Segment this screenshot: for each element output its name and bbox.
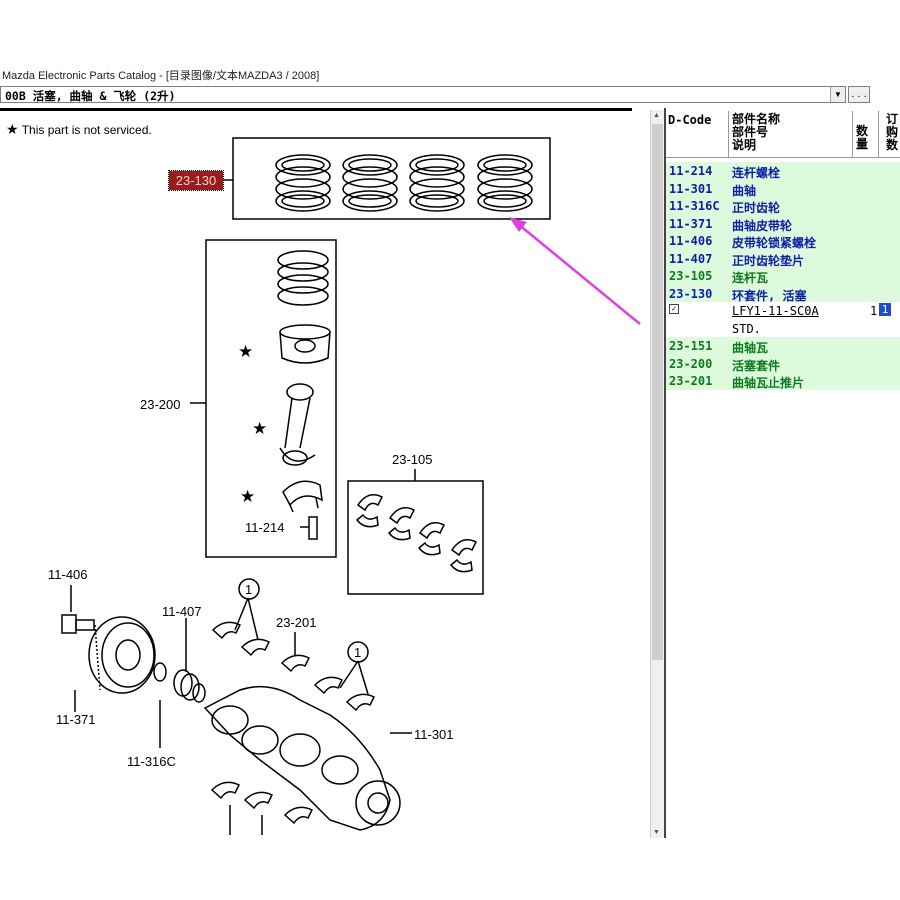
circled-number: 1 (245, 582, 252, 597)
circled-number: 1 (354, 645, 361, 660)
parts-diagram: ★ ★ ★ 23-200 23-105 11-214 11-406 11-407… (48, 137, 641, 835)
part-number-link[interactable]: LFY1-11-SC0A (732, 304, 819, 318)
part-description-row: STD. (666, 319, 900, 337)
table-row[interactable]: 11-214 连杆螺栓 (666, 162, 900, 180)
callout-11-214: 11-214 (245, 520, 285, 535)
part-checkbox[interactable]: ✓ (669, 304, 679, 314)
group-selector-value: 00B 活塞, 曲轴 & 飞轮 (2升) (5, 89, 176, 103)
main-bearings-drawing (74, 597, 376, 835)
callout-11-316C: 11-316C (127, 754, 176, 769)
parts-table-header: D-Code 部件名称 部件号 说明 数 量 订 购 数 (666, 111, 900, 158)
bolt-drawing (300, 516, 318, 540)
window-title: Mazda Electronic Parts Catalog - [目录图像/文… (2, 70, 320, 82)
scroll-up-icon[interactable]: ▲ (653, 112, 660, 119)
callout-11-406: 11-406 (48, 567, 88, 582)
scrollbar-thumb[interactable] (652, 124, 663, 660)
table-row[interactable]: 23-151 曲轴瓦 (666, 337, 900, 355)
group-selector[interactable]: 00B 活塞, 曲轴 & 飞轮 (2升) ▼ (0, 86, 846, 103)
pulley-bolt-drawing (61, 585, 95, 634)
bearings-box (347, 480, 484, 595)
bearing-cap-drawing (282, 480, 323, 513)
callout-23-201: 23-201 (276, 615, 316, 630)
bearing-shells (355, 494, 478, 573)
table-row[interactable]: 23-130 环套件, 活塞 (666, 284, 900, 303)
scroll-down-icon[interactable]: ▼ (653, 829, 660, 836)
piston-rings-single (277, 250, 329, 306)
order-qty-input[interactable]: 1 (879, 303, 891, 316)
connecting-rod-drawing (279, 383, 316, 466)
callout-11-371: 11-371 (56, 712, 96, 727)
part-qty: 1 (870, 304, 878, 318)
piston-ring-set (275, 154, 331, 212)
star-icon: ★ (240, 487, 255, 507)
callout-23-200: 23-200 (140, 397, 180, 412)
browse-button[interactable]: . . . (848, 86, 870, 103)
part-description: STD. (732, 321, 761, 336)
table-row[interactable]: 11-371 曲轴皮带轮 (666, 214, 900, 233)
table-row[interactable]: 11-407 正时齿轮垫片 (666, 249, 900, 268)
table-row[interactable]: 23-105 连杆瓦 (666, 267, 900, 285)
callout-11-301: 11-301 (414, 727, 454, 742)
star-icon: ★ (252, 419, 267, 439)
selected-part-row[interactable]: ✓ LFY1-11-SC0A 1 1 (666, 302, 900, 320)
chevron-down-icon[interactable]: ▼ (830, 87, 845, 102)
diagram-scrollbar[interactable]: ▲ ▼ (650, 110, 665, 838)
table-row[interactable]: 11-301 曲轴 (666, 179, 900, 198)
callout-11-407: 11-407 (162, 604, 202, 619)
header-part-name[interactable]: 部件名称 部件号 说明 (732, 113, 780, 152)
table-row[interactable]: 11-406 皮带轮锁紧螺栓 (666, 232, 900, 250)
piston-set-box (205, 239, 337, 558)
piston-drawing (279, 324, 331, 364)
header-qty[interactable]: 数 量 (856, 125, 870, 151)
header-dcode[interactable]: D-Code (668, 113, 711, 127)
table-row[interactable]: 23-201 曲轴瓦止推片 (666, 372, 900, 390)
table-row[interactable]: 11-316C 正时齿轮 (666, 197, 900, 215)
window-title-bar: Mazda Electronic Parts Catalog - [目录图像/文… (0, 66, 900, 84)
header-order-qty[interactable]: 订 购 数 (886, 113, 900, 152)
callout-23-105: 23-105 (392, 452, 432, 467)
pointer-arrow (509, 217, 641, 325)
callout-23-130-highlighted[interactable]: 23-130 (168, 170, 224, 191)
crank-pulley-drawing (88, 616, 156, 694)
star-icon: ★ (238, 342, 253, 362)
table-row[interactable]: 23-200 活塞套件 (666, 354, 900, 373)
timing-gear-drawing (153, 618, 206, 748)
parts-table: D-Code 部件名称 部件号 说明 数 量 订 购 数 11-214 连杆螺栓… (666, 111, 900, 390)
